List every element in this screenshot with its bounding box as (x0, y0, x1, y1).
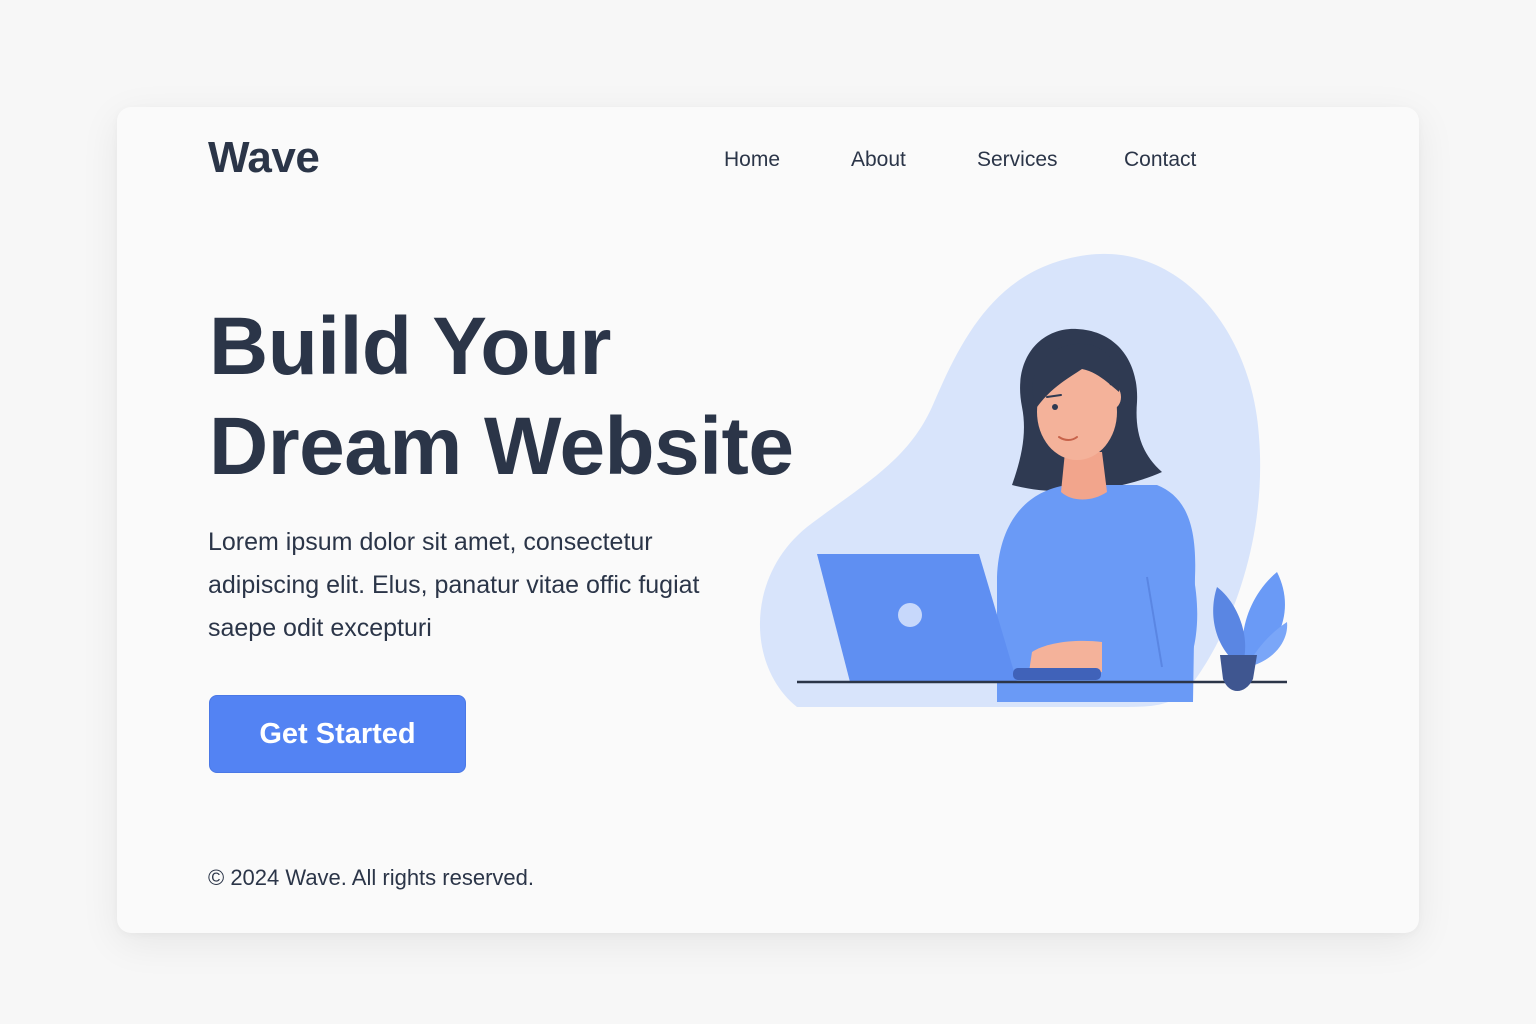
hero-illustration (759, 253, 1288, 707)
landing-card: Wave Home About Services Contact Build Y… (117, 107, 1419, 933)
nav-item-services[interactable]: Services (977, 148, 1058, 172)
footer-copyright: © 2024 Wave. All rights reserved. (208, 865, 534, 890)
hero-headline-line1: Build Your (209, 301, 611, 392)
hero-description: Lorem ipsum dolor sit amet, consectetur … (208, 528, 700, 642)
hero-headline: Build Your Dream Website (209, 297, 794, 497)
get-started-button[interactable]: Get Started (209, 695, 466, 773)
nav-item-contact[interactable]: Contact (1124, 148, 1196, 172)
main-nav: Home About Services Contact (117, 148, 1419, 178)
nav-item-about[interactable]: About (851, 148, 906, 172)
nav-item-home[interactable]: Home (724, 148, 780, 172)
hero-headline-line2: Dream Website (209, 401, 794, 492)
